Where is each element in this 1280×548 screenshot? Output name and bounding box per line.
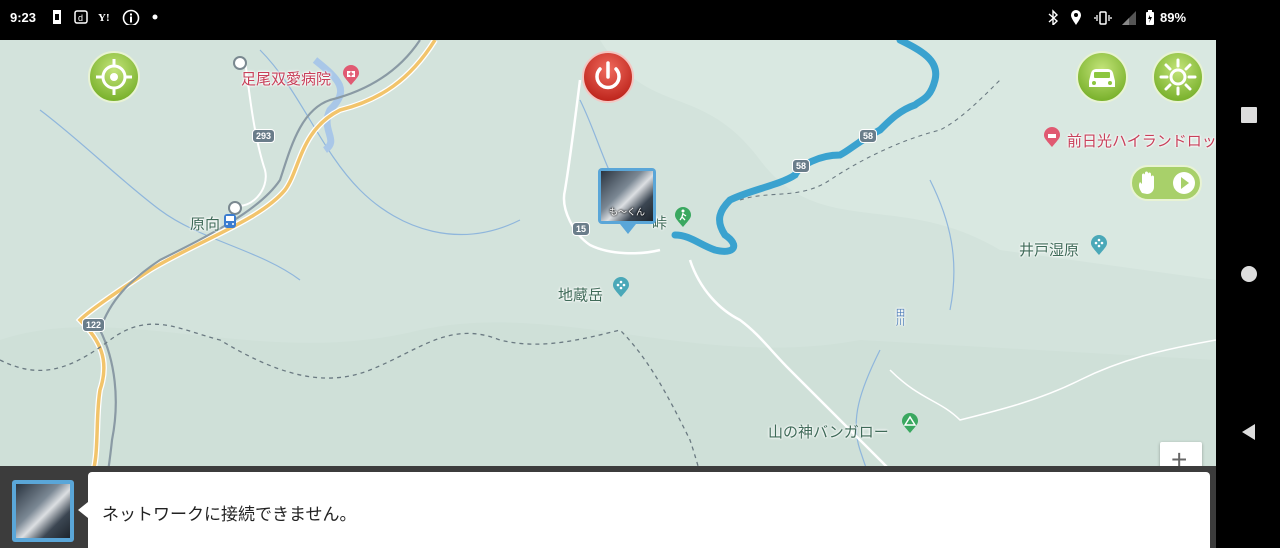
hand-icon xyxy=(1138,171,1154,194)
message-avatar[interactable] xyxy=(12,480,74,542)
car-icon xyxy=(1076,51,1128,103)
train-icon[interactable] xyxy=(222,212,244,234)
power-button[interactable] xyxy=(582,51,634,103)
locate-button[interactable] xyxy=(88,51,140,103)
dot-icon xyxy=(152,14,158,20)
svg-text:d: d xyxy=(78,13,83,23)
yahoo-icon: Y! xyxy=(98,12,110,24)
map-view[interactable]: 293 122 15 58 58 足尾双愛病院 原向 前日光ハイランドロッ 井戸… xyxy=(0,40,1216,548)
sun-icon xyxy=(1152,51,1204,103)
hotel-icon[interactable] xyxy=(1041,126,1063,148)
back-icon[interactable] xyxy=(1240,423,1258,441)
road-shield-58: 58 xyxy=(792,159,811,173)
signal-icon xyxy=(1122,11,1136,25)
place-mountain[interactable]: 地蔵岳 xyxy=(558,284,603,305)
navigation-bar xyxy=(1216,0,1280,548)
place-bungalow[interactable]: 山の神バンガロー xyxy=(768,421,889,442)
message-bar: ネットワークに接続できません。 xyxy=(0,466,1216,548)
bluetooth-icon xyxy=(1048,9,1059,25)
power-icon xyxy=(582,51,634,103)
sim-icon xyxy=(53,10,61,24)
road-shield-58: 58 xyxy=(859,129,878,143)
status-bar: 9:23 d Y! 89% xyxy=(0,0,1216,40)
user-avatar: も～くん xyxy=(601,171,653,221)
user-name: も～くん xyxy=(608,208,645,218)
message-bubble: ネットワークに接続できません。 xyxy=(78,472,1210,548)
recents-icon[interactable] xyxy=(1240,106,1258,124)
nature-icon[interactable] xyxy=(610,276,632,298)
hand-play-graphic xyxy=(1138,171,1195,194)
nature-icon[interactable] xyxy=(1088,234,1110,256)
place-highland[interactable]: 前日光ハイランドロッ xyxy=(1067,130,1216,151)
place-station[interactable]: 原向 xyxy=(190,213,220,234)
car-mode-button[interactable] xyxy=(1076,51,1128,103)
crosshair-icon xyxy=(88,51,140,103)
battery-icon xyxy=(1146,10,1154,25)
hospital-icon[interactable] xyxy=(340,64,362,86)
battery-level: 89% xyxy=(1160,10,1187,25)
road-shield-293: 293 xyxy=(252,129,276,143)
brightness-button[interactable] xyxy=(1152,51,1204,103)
campsite-icon[interactable] xyxy=(899,412,921,434)
hiking-icon[interactable] xyxy=(672,206,694,228)
location-icon xyxy=(1071,10,1081,25)
info-icon xyxy=(122,9,140,25)
user-location-marker[interactable]: も～くん xyxy=(598,168,656,238)
vibrate-icon xyxy=(1094,11,1112,25)
status-time: 9:23 xyxy=(10,10,37,25)
hand-play-toggle[interactable] xyxy=(1130,165,1202,201)
road-shield-15: 15 xyxy=(572,222,591,236)
place-marsh[interactable]: 井戸湿原 xyxy=(1019,239,1079,260)
svg-text:Y!: Y! xyxy=(98,12,110,24)
place-hospital[interactable]: 足尾双愛病院 xyxy=(241,68,331,89)
avatar xyxy=(16,484,70,538)
play-icon xyxy=(1173,172,1195,194)
home-icon[interactable] xyxy=(1240,265,1258,283)
message-text: ネットワークに接続できません。 xyxy=(102,505,357,525)
road-shield-122: 122 xyxy=(82,318,106,332)
docomo-d-icon: d xyxy=(74,10,88,24)
river-label: 田川 xyxy=(894,308,904,326)
